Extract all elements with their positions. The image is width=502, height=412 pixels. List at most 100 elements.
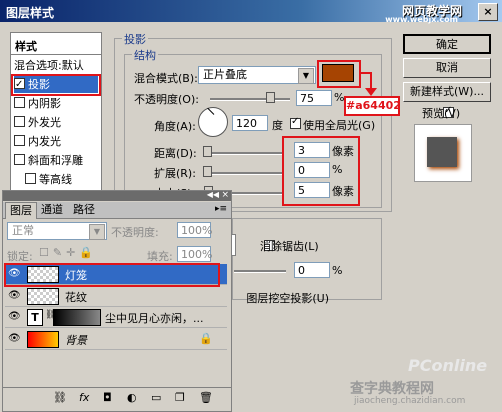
style-list-header: 样式 [15, 40, 37, 53]
panel-menu-icon[interactable]: ▸≡ [215, 204, 227, 214]
noise-unit: % [332, 264, 343, 277]
chevron-down-icon: ▼ [89, 224, 105, 240]
close-button[interactable]: × [478, 3, 498, 21]
lock-label: 锁定: [7, 250, 33, 263]
eye-icon[interactable]: 👁 [8, 311, 21, 323]
blend-mode-label: 混合模式(B): [134, 72, 198, 85]
tab-channels[interactable]: 通道 [37, 202, 67, 218]
outer-glow-checkbox[interactable] [14, 116, 25, 127]
spread-slider-track[interactable] [204, 172, 284, 175]
quality-group [232, 218, 382, 300]
opacity-unit: % [334, 91, 345, 104]
opacity-slider-track[interactable] [210, 98, 290, 101]
spread-input[interactable]: 0 [294, 162, 330, 178]
highlight-layer-lantern [4, 263, 220, 287]
style-item-label: 混合选项:默认 [14, 59, 84, 72]
distance-slider-track[interactable] [204, 152, 284, 155]
style-list: 样式 混合选项:默认 投影 内阴影 外发光 内发光 斜面和浮雕 等高线 [10, 32, 102, 214]
watermark-url: jiaocheng.chazidian.com [354, 396, 466, 406]
style-item-label: 等高线 [39, 173, 72, 186]
angle-input[interactable]: 120 [232, 115, 268, 131]
title-bar: 图层样式 网页教学网 www.webjx.com × [0, 0, 502, 24]
inner-shadow-checkbox[interactable] [14, 97, 25, 108]
highlight-drop-shadow [11, 74, 101, 96]
opacity-label: 不透明度(O): [134, 93, 199, 106]
opacity-slider-thumb[interactable] [266, 92, 275, 103]
ok-button[interactable]: 确定 [403, 34, 491, 54]
watermark-top-url: www.webjx.com [385, 15, 458, 24]
fx-icon[interactable]: fx [79, 391, 89, 404]
mask-icon[interactable]: ◘ [103, 391, 112, 404]
opacity-input[interactable]: 75 [296, 90, 332, 106]
distance-unit: 像素 [332, 145, 354, 158]
layer-blend-value: 正常 [12, 224, 34, 237]
size-input[interactable]: 5 [294, 182, 330, 198]
layer-row-pattern[interactable]: 👁 花纹 [5, 286, 227, 307]
layer-opacity-label: 不透明度: [111, 226, 159, 239]
style-preview-swatch [427, 137, 457, 167]
layer-name: 背景 [65, 334, 87, 347]
angle-unit: 度 [272, 119, 283, 132]
lock-icons[interactable]: ☐✎✛🔒 [39, 246, 97, 259]
style-item-inner-glow[interactable]: 内发光 [14, 133, 98, 150]
style-item-blending[interactable]: 混合选项:默认 [14, 57, 98, 74]
layer-blend-select[interactable]: 正常 ▼ [7, 222, 107, 240]
fill-input[interactable]: 100% [177, 246, 212, 262]
eye-icon[interactable]: 👁 [8, 290, 21, 302]
cancel-button[interactable]: 取消 [403, 58, 491, 78]
callout-arrow-head-icon [365, 88, 377, 96]
contour-checkbox[interactable] [25, 173, 36, 184]
style-item-label: 外发光 [28, 116, 61, 129]
style-item-outer-glow[interactable]: 外发光 [14, 114, 98, 131]
collapse-icon[interactable]: ◀◀ [207, 190, 219, 199]
layers-panel-titlebar[interactable]: ◀◀ × [3, 190, 231, 201]
layer-row-text[interactable]: 👁 T ⛓ 尘中见月心亦闲，... [5, 307, 227, 328]
drop-shadow-group-title: 投影 [122, 31, 148, 47]
trash-icon[interactable]: 🗑 [199, 391, 213, 404]
angle-dial-needle [207, 107, 215, 115]
style-item-bevel[interactable]: 斜面和浮雕 [14, 152, 98, 169]
distance-slider-thumb[interactable] [203, 146, 212, 157]
bevel-checkbox[interactable] [14, 154, 25, 165]
layer-row-background[interactable]: 👁 背景 🔒 [5, 329, 227, 350]
lock-icon: 🔒 [199, 332, 213, 345]
shadow-color-swatch[interactable] [322, 64, 354, 82]
adjustment-icon[interactable]: ◐ [127, 391, 137, 404]
fill-label: 填充: [147, 250, 173, 263]
close-panel-icon[interactable]: × [221, 190, 229, 200]
new-layer-icon[interactable]: ❐ [175, 391, 185, 404]
distance-input[interactable]: 3 [294, 142, 330, 158]
inner-glow-checkbox[interactable] [14, 135, 25, 146]
blend-mode-select[interactable]: 正片叠底 ▼ [198, 66, 316, 84]
noise-slider-track[interactable] [234, 270, 286, 273]
folder-icon[interactable]: ▭ [151, 391, 161, 404]
preview-label: 预览(V) [422, 107, 461, 120]
spread-label: 扩展(R): [154, 167, 196, 180]
blend-mode-value: 正片叠底 [203, 68, 247, 81]
layer-opacity-input[interactable]: 100% [177, 222, 212, 238]
style-item-inner-shadow[interactable]: 内阴影 [14, 95, 98, 112]
antialias-label: 消除锯齿(L) [260, 240, 319, 253]
global-light-checkbox[interactable] [290, 116, 301, 129]
style-item-label: 内阴影 [28, 97, 61, 110]
layers-panel: ◀◀ × 图层 通道 路径 ▸≡ 正常 ▼ 不透明度: 100% 锁定: ☐✎✛… [2, 190, 232, 412]
noise-input[interactable]: 0 [294, 262, 330, 278]
tab-layers[interactable]: 图层 [5, 202, 37, 219]
layers-panel-tabs: 图层 通道 路径 ▸≡ [3, 202, 231, 219]
layer-thumbnail [27, 331, 59, 348]
layers-footer: ⛓ fx ◘ ◐ ▭ ❐ 🗑 [3, 387, 231, 410]
spread-unit: % [332, 163, 343, 176]
knockout-label[interactable]: 图层挖空投影(U) [229, 290, 329, 306]
spread-slider-thumb[interactable] [203, 166, 212, 177]
tab-paths[interactable]: 路径 [69, 202, 99, 218]
new-style-button[interactable]: 新建样式(W)... [403, 82, 491, 102]
distance-label: 距离(D): [154, 147, 197, 160]
style-item-contour[interactable]: 等高线 [25, 171, 97, 188]
size-unit: 像素 [332, 185, 354, 198]
eye-icon[interactable]: 👁 [8, 333, 21, 345]
link-icon[interactable]: ⛓ [53, 391, 67, 404]
angle-dial[interactable] [198, 107, 228, 137]
watermark-site: 查字典教程网 [350, 381, 434, 397]
structure-title: 结构 [132, 47, 158, 63]
text-layer-icon: T [27, 309, 43, 326]
